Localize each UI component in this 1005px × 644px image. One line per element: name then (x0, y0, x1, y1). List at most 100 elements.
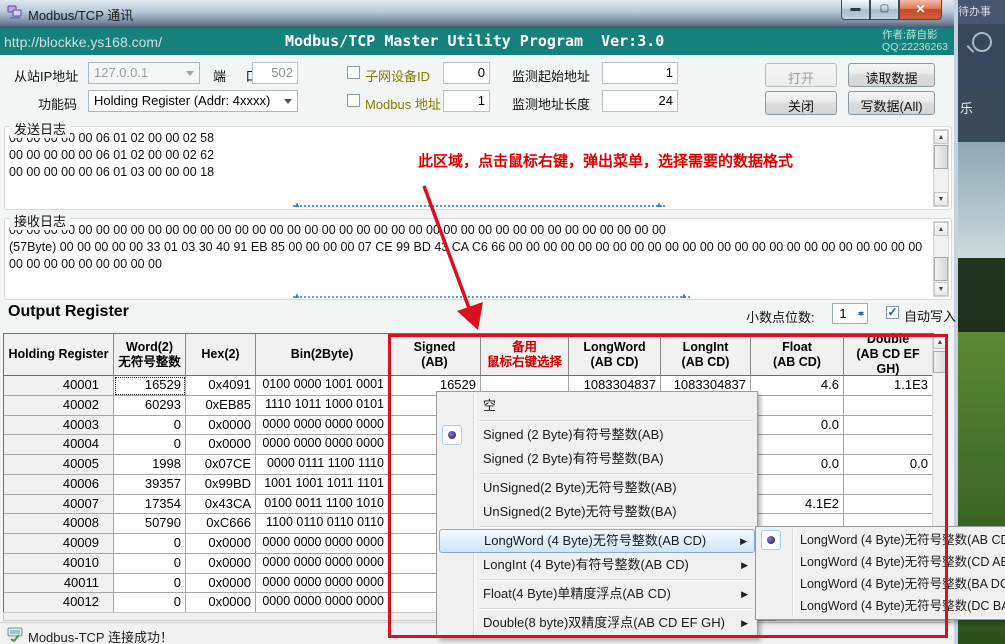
menu-item[interactable]: Double(8 byte)双精度浮点(AB CD EF GH)▶ (439, 611, 755, 635)
cell-40009-col2[interactable]: 0x0000 (186, 534, 256, 554)
cell-40005-col2[interactable]: 0x07CE (186, 455, 256, 475)
port-input[interactable]: 502 (252, 62, 298, 84)
cell-40012-col3[interactable]: 0000 0000 0000 0000 (256, 593, 389, 613)
cell-40003-col8[interactable]: 0.0 (751, 416, 844, 436)
cell-40008-col2[interactable]: 0xC666 (186, 514, 256, 534)
scroll-down-icon[interactable]: ▼ (934, 192, 948, 206)
function-code-combobox[interactable]: Holding Register (Addr: 4xxxx) (88, 90, 298, 112)
header-line1: Bin(2Byte) (256, 347, 388, 362)
submenu-item[interactable]: LongWord (4 Byte)无符号整数(DC BA) (758, 595, 1005, 617)
cell-40003-col3[interactable]: 0000 0000 0000 0000 (256, 416, 389, 436)
cell-40001-col8[interactable]: 4.6 (751, 376, 844, 396)
decimal-places-spinner[interactable]: 1 (832, 303, 868, 324)
cell-40001-col2[interactable]: 0x4091 (186, 376, 256, 396)
menu-item[interactable]: UnSigned(2 Byte)无符号整数(BA) (439, 500, 755, 524)
monitor-start-input[interactable]: 1 (602, 62, 678, 84)
cell-40011-col2[interactable]: 0x0000 (186, 574, 256, 594)
scroll-down-icon[interactable]: ▼ (934, 282, 948, 296)
monitor-length-label: 监测地址长度 (512, 94, 590, 113)
cell-40007-col1[interactable]: 17354 (114, 495, 186, 515)
cell-40001-col9[interactable]: 1.1E3 (844, 376, 933, 396)
open-button[interactable]: 打开 (765, 63, 837, 87)
cell-40004-col1[interactable]: 0 (114, 435, 186, 455)
cell-40002-col9[interactable] (844, 396, 933, 416)
cell-40006-col2[interactable]: 0x99BD (186, 475, 256, 495)
cell-40002-col1[interactable]: 60293 (114, 396, 186, 416)
close-conn-button[interactable]: 关闭 (765, 91, 837, 115)
recv-log-vscrollbar[interactable]: ▲ ▼ (933, 221, 949, 297)
menu-item[interactable]: UnSigned(2 Byte)无符号整数(AB) (439, 476, 755, 500)
modbus-addr-input[interactable]: 1 (443, 90, 490, 112)
cell-40003-col2[interactable]: 0x0000 (186, 416, 256, 436)
recv-log-group[interactable]: 00 00 00 00 00 00 00 00 00 00 00 00 00 0… (4, 218, 952, 300)
cell-40005-col9[interactable]: 0.0 (844, 455, 933, 475)
cell-40004-col8[interactable] (751, 435, 844, 455)
cell-40006-col8[interactable] (751, 475, 844, 495)
cell-40004-col3[interactable]: 0000 0000 0000 0000 (256, 435, 389, 455)
menu-item[interactable]: 空 (439, 394, 755, 418)
cell-40011-col3[interactable]: 0000 0000 0000 0000 (256, 574, 389, 594)
send-log-hslider[interactable]: ▲ ▲ (293, 205, 665, 215)
cell-40006-col9[interactable] (844, 475, 933, 495)
scroll-up-icon[interactable]: ▲ (934, 130, 948, 144)
cell-40001-col1[interactable]: 16529 (114, 376, 186, 396)
cell-40004-col2[interactable]: 0x0000 (186, 435, 256, 455)
scrollbar-thumb[interactable] (933, 351, 947, 373)
submenu-item[interactable]: LongWord (4 Byte)无符号整数(AB CD) (758, 529, 1005, 551)
cell-40009-col3[interactable]: 0000 0000 0000 0000 (256, 534, 389, 554)
cell-40006-col1[interactable]: 39357 (114, 475, 186, 495)
menu-item[interactable]: Signed (2 Byte)有符号整数(BA) (439, 447, 755, 471)
cell-40003-col9[interactable] (844, 416, 933, 436)
close-button[interactable]: ✕ (899, 0, 942, 20)
menu-item[interactable]: Signed (2 Byte)有符号整数(AB) (439, 423, 755, 447)
maximize-button[interactable]: ▢ (870, 0, 899, 20)
read-data-button[interactable]: 读取数据 (848, 63, 935, 87)
header-line2: (AB CD) (661, 355, 750, 370)
cell-40002-col3[interactable]: 1110 1011 1000 0101 (256, 396, 389, 416)
auto-write-checkbox[interactable]: ✓ (886, 306, 899, 319)
spinner-down-icon[interactable] (858, 312, 864, 319)
cell-40007-col3[interactable]: 0100 0011 1100 1010 (256, 495, 389, 515)
scroll-up-icon[interactable]: ▲ (933, 335, 947, 349)
cell-40011-col1[interactable]: 0 (114, 574, 186, 594)
cell-40008-col3[interactable]: 1100 0110 0110 0110 (256, 514, 389, 534)
cell-40012-col1[interactable]: 0 (114, 593, 186, 613)
submenu-item[interactable]: LongWord (4 Byte)无符号整数(CD AB) (758, 551, 1005, 573)
submenu-item[interactable]: LongWord (4 Byte)无符号整数(BA DC) (758, 573, 1005, 595)
write-data-button[interactable]: 写数据(All) (848, 91, 935, 115)
cell-40001-col3[interactable]: 0100 0000 1001 0001 (256, 376, 389, 396)
cell-40002-col2[interactable]: 0xEB85 (186, 396, 256, 416)
monitor-length-input[interactable]: 24 (602, 90, 678, 112)
scrollbar-thumb[interactable] (934, 145, 948, 169)
cell-40005-col1[interactable]: 1998 (114, 455, 186, 475)
minimize-button[interactable]: ▬ (841, 0, 870, 20)
cell-40009-col1[interactable]: 0 (114, 534, 186, 554)
cell-40002-col8[interactable] (751, 396, 844, 416)
send-log-vscrollbar[interactable]: ▲ ▼ (933, 129, 949, 207)
scrollbar-thumb[interactable] (934, 257, 948, 281)
window-title: Modbus/TCP 通讯 (28, 5, 133, 24)
cell-40005-col3[interactable]: 0000 0111 1100 1110 (256, 455, 389, 475)
subnet-id-checkbox[interactable] (347, 66, 360, 79)
cell-40006-col3[interactable]: 1001 1001 1011 1101 (256, 475, 389, 495)
cell-40007-col8[interactable]: 4.1E2 (751, 495, 844, 515)
cell-40005-col8[interactable]: 0.0 (751, 455, 844, 475)
cell-40010-col3[interactable]: 0000 0000 0000 0000 (256, 554, 389, 574)
cell-40008-col1[interactable]: 50790 (114, 514, 186, 534)
cell-40012-col2[interactable]: 0x0000 (186, 593, 256, 613)
menu-item[interactable]: LongInt (4 Byte)有符号整数(AB CD)▶ (439, 553, 755, 577)
cell-40010-col1[interactable]: 0 (114, 554, 186, 574)
menu-item[interactable]: LongWord (4 Byte)无符号整数(AB CD)▶ (439, 529, 755, 553)
cell-40007-col9[interactable] (844, 495, 933, 515)
menu-item[interactable]: Float(4 Byte)单精度浮点(AB CD)▶ (439, 582, 755, 606)
cell-40004-col9[interactable] (844, 435, 933, 455)
desktop-wallpaper-sky (958, 142, 1005, 258)
subnet-id-input[interactable]: 0 (443, 62, 490, 84)
slave-ip-combobox[interactable]: 127.0.0.1 (88, 62, 200, 84)
cell-40010-col2[interactable]: 0x0000 (186, 554, 256, 574)
recv-log-hslider[interactable]: ▲ ▲ (293, 296, 690, 306)
cell-40003-col1[interactable]: 0 (114, 416, 186, 436)
scroll-up-icon[interactable]: ▲ (934, 222, 948, 236)
cell-40007-col2[interactable]: 0x43CA (186, 495, 256, 515)
modbus-addr-checkbox[interactable] (347, 94, 360, 107)
